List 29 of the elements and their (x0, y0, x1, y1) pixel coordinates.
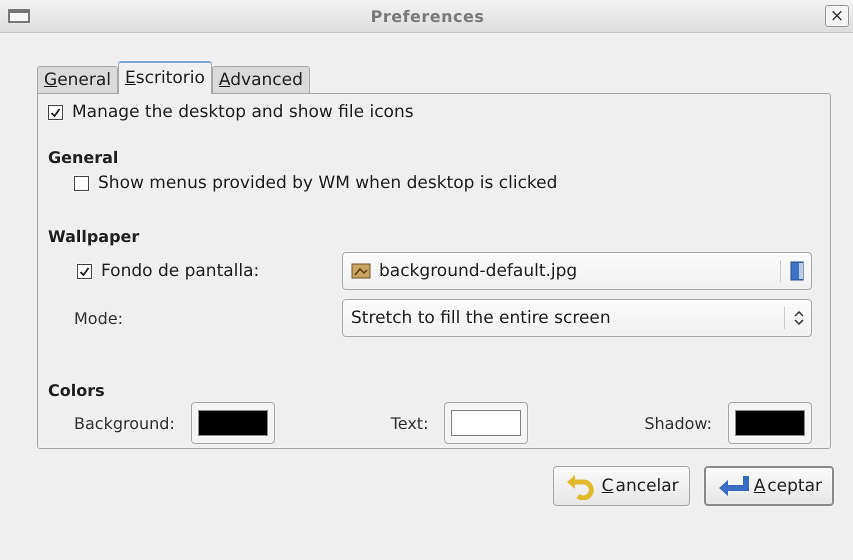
color-label: Background: (74, 414, 175, 432)
checkbox[interactable] (77, 264, 92, 278)
close-button[interactable]: × (825, 5, 849, 27)
checkbox-label: Manage the desktop and show file icons (72, 102, 414, 122)
checkbox-label: Fondo de pantalla: (101, 261, 260, 281)
section-heading: General (48, 148, 120, 167)
tab[interactable]: Escritorio (118, 61, 212, 94)
section-heading: Colors (48, 381, 106, 400)
tab[interactable]: General (37, 66, 118, 94)
section-heading: Wallpaper (48, 227, 140, 246)
checkbox[interactable] (48, 104, 63, 120)
window-title: Preferences (370, 6, 484, 26)
checkbox-label: Show menus provided by WM when desktop is clicked (98, 173, 558, 193)
image-file-icon (351, 262, 371, 280)
field-label: Mode: (74, 308, 123, 328)
updown-icon (793, 310, 805, 326)
color-label: Text: (390, 414, 428, 432)
tab[interactable]: Advanced (212, 66, 310, 94)
window-icon (8, 9, 30, 23)
file-chooser[interactable]: background-default.jpg (342, 252, 812, 290)
color-button[interactable] (728, 402, 812, 444)
folder-icon (789, 261, 805, 281)
ok-button[interactable]: Aceptar (704, 466, 834, 506)
cancel-button[interactable]: Cancelar (552, 466, 690, 506)
color-button[interactable] (444, 402, 528, 444)
color-button[interactable] (190, 402, 275, 444)
mode-dropdown[interactable]: Stretch to fill the entire screen (342, 299, 812, 337)
checkbox[interactable] (74, 176, 89, 190)
color-label: Shadow: (644, 414, 712, 432)
